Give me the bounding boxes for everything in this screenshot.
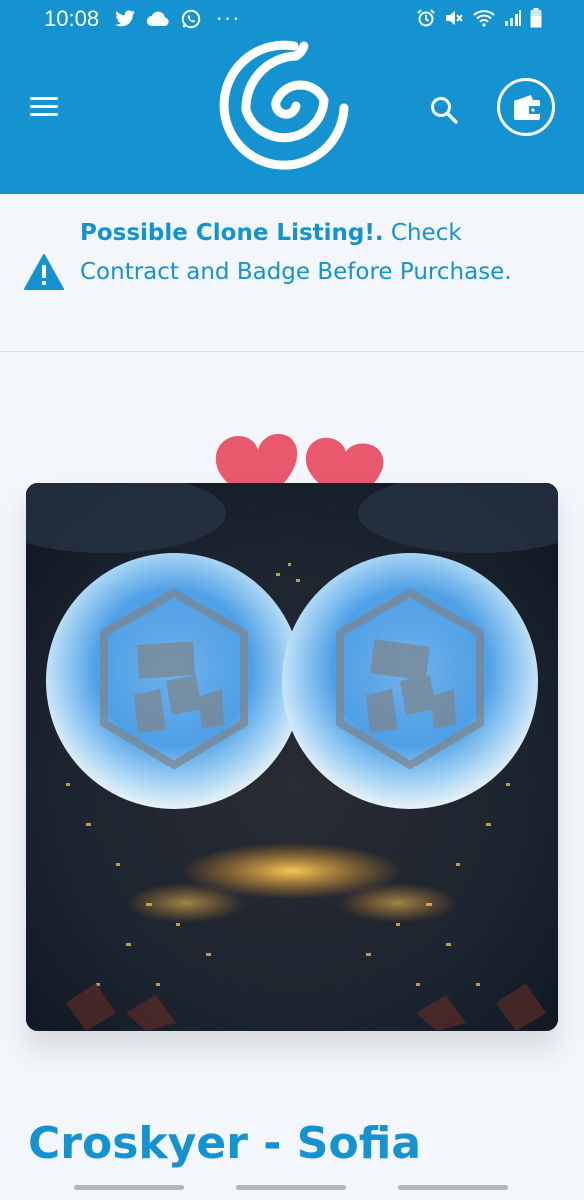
nav-handle xyxy=(236,1185,346,1190)
menu-icon-line xyxy=(30,113,58,116)
menu-icon xyxy=(30,97,58,100)
wifi-icon xyxy=(473,10,495,27)
nft-title: Croskyer - Sofia xyxy=(28,1118,422,1169)
app-header xyxy=(0,38,584,194)
status-bar: 10:08 ··· xyxy=(0,0,584,38)
wallet-icon xyxy=(514,95,540,120)
menu-icon-line xyxy=(30,105,58,108)
warning-title: Possible Clone Listing!. xyxy=(80,220,384,246)
cloud-icon xyxy=(146,11,169,27)
nav-handle xyxy=(398,1185,508,1190)
search-icon[interactable] xyxy=(428,94,460,126)
nav-handle xyxy=(74,1185,184,1190)
warning-icon xyxy=(24,254,64,290)
app-logo[interactable] xyxy=(216,38,356,178)
battery-icon xyxy=(530,8,542,28)
nft-image[interactable] xyxy=(26,483,558,1031)
whatsapp-icon xyxy=(181,9,201,29)
status-right-icons xyxy=(416,8,542,28)
wallet-button[interactable] xyxy=(497,78,555,136)
status-left-icons: ··· xyxy=(114,8,241,30)
mute-icon xyxy=(446,11,463,25)
clone-warning-banner: Possible Clone Listing!. Check Contract … xyxy=(0,194,584,352)
more-dots-icon: ··· xyxy=(216,7,242,31)
nft-artwork xyxy=(26,483,558,1031)
twitter-icon xyxy=(115,10,135,27)
warning-message: Possible Clone Listing!. Check Contract … xyxy=(80,214,540,292)
signal-icon xyxy=(505,10,521,26)
alarm-icon xyxy=(417,9,435,27)
menu-button[interactable] xyxy=(30,94,62,120)
status-time: 10:08 xyxy=(44,6,100,31)
